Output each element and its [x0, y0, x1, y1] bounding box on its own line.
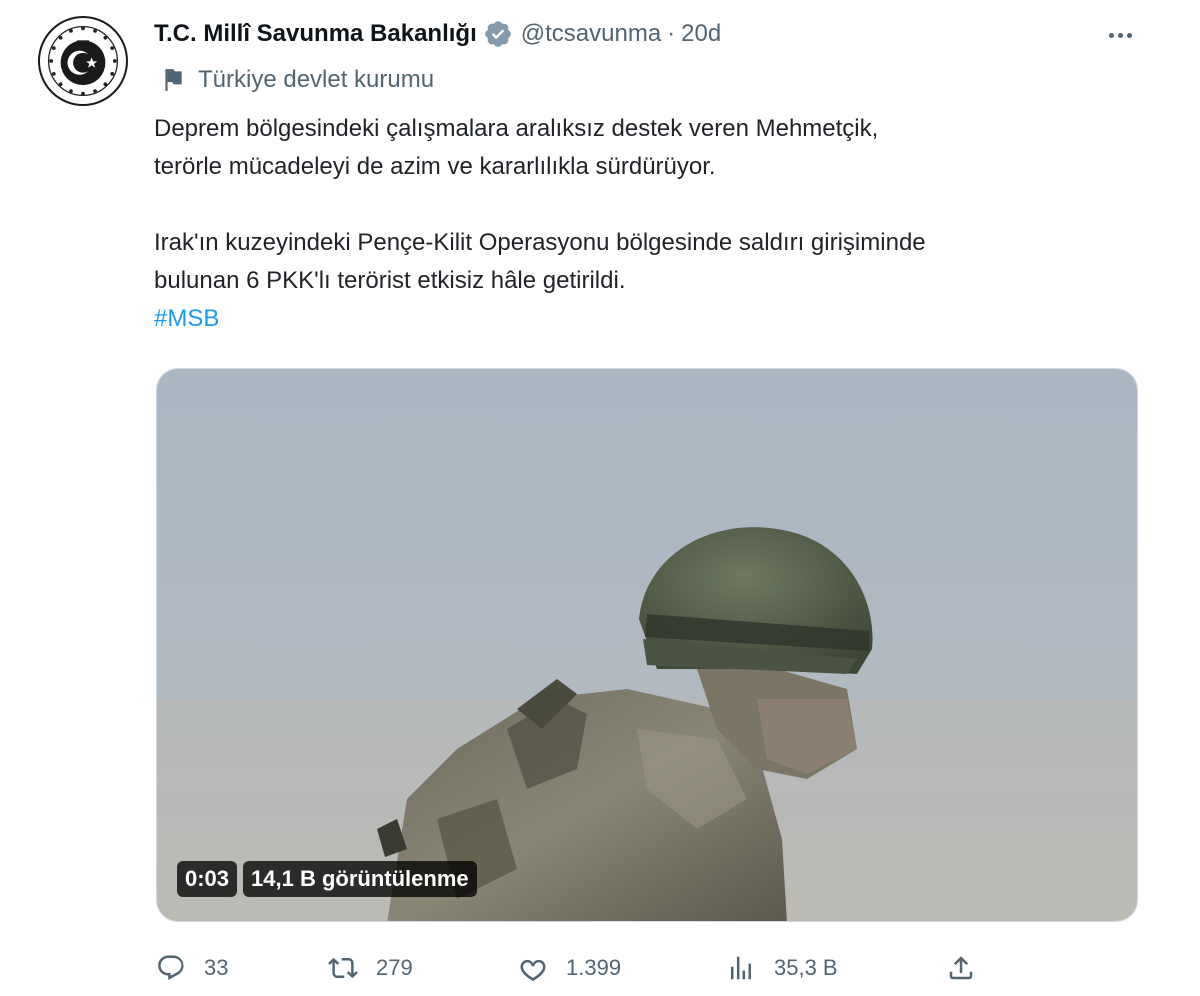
- affiliation-label: Türkiye devlet kurumu: [198, 66, 435, 93]
- views-button[interactable]: 35,3 B: [726, 946, 838, 990]
- tweet[interactable]: T.C. Millî Savunma Bakanlığı @tcsavunma …: [0, 0, 1200, 996]
- video-badges: 0:03 14,1 B görüntülenme: [177, 861, 477, 897]
- tweet-text-line: bulunan 6 PKK'lı terörist etkisiz hâle g…: [154, 267, 626, 294]
- video-views: 14,1 B görüntülenme: [243, 861, 477, 897]
- verified-badge-icon[interactable]: [483, 19, 513, 49]
- video-frame: [157, 369, 1137, 921]
- reply-button[interactable]: 33: [156, 946, 228, 990]
- tweet-text-line: terörle mücadeleyi de azim ve kararlılık…: [154, 153, 716, 180]
- avatar-emblem-icon: [42, 20, 124, 102]
- retweet-icon: [328, 957, 358, 979]
- video-player[interactable]: 0:03 14,1 B görüntülenme: [156, 368, 1138, 922]
- video-duration: 0:03: [177, 861, 238, 897]
- like-button[interactable]: 1.399: [518, 946, 621, 990]
- retweet-count: 279: [376, 955, 413, 980]
- display-name[interactable]: T.C. Millî Savunma Bakanlığı: [154, 20, 477, 48]
- action-bar: 33 279 1.399 35,3 B: [154, 946, 994, 990]
- like-count: 1.399: [566, 955, 622, 980]
- separator-dot: ·: [667, 20, 676, 47]
- avatar[interactable]: [38, 16, 128, 106]
- tweet-text-line: Deprem bölgesindeki çalışmalara aralıksı…: [154, 115, 879, 142]
- reply-icon: [158, 955, 184, 981]
- share-button[interactable]: [946, 946, 994, 990]
- hashtag-link[interactable]: #MSB: [154, 305, 219, 332]
- views-count: 35,3 B: [774, 955, 838, 980]
- handle[interactable]: @tcsavunma: [521, 20, 661, 48]
- tweet-text-line: Irak'ın kuzeyindeki Pençe-Kilit Operasyo…: [154, 229, 926, 256]
- reply-count: 33: [204, 955, 229, 980]
- tweet-text: Deprem bölgesindeki çalışmalara aralıksı…: [154, 110, 1144, 338]
- like-icon: [520, 959, 546, 982]
- tweet-header: T.C. Millî Savunma Bakanlığı @tcsavunma …: [154, 14, 721, 54]
- more-icon[interactable]: [1100, 20, 1140, 50]
- retweet-button[interactable]: 279: [328, 946, 413, 990]
- views-icon: [731, 956, 751, 980]
- affiliation[interactable]: Türkiye devlet kurumu: [160, 64, 434, 96]
- flag-icon: [165, 69, 182, 91]
- share-icon: [949, 956, 973, 980]
- timestamp[interactable]: 20d: [681, 20, 721, 48]
